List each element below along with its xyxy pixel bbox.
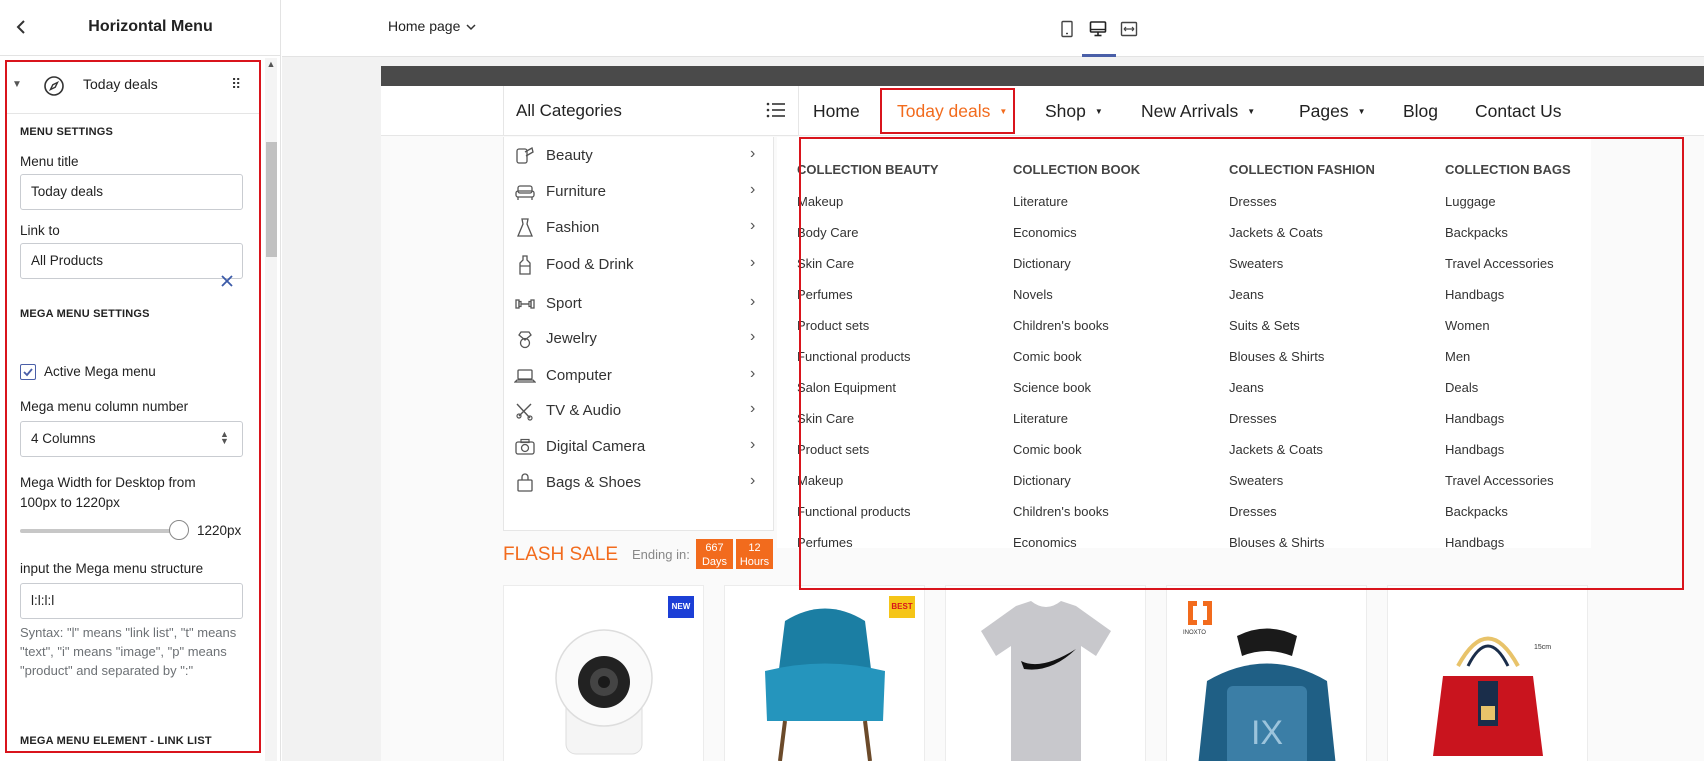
desktop-icon[interactable] bbox=[1089, 20, 1107, 38]
beauty-icon bbox=[514, 146, 536, 166]
list-menu-icon[interactable] bbox=[766, 101, 786, 119]
product-card-chair[interactable]: BEST bbox=[724, 585, 925, 761]
category-item-sport[interactable]: Sport › bbox=[504, 285, 774, 323]
bottle-icon bbox=[514, 255, 536, 275]
camera-icon bbox=[514, 437, 536, 457]
badge-new: NEW bbox=[668, 596, 694, 618]
category-label: Fashion bbox=[546, 219, 600, 236]
nav-contact-us-label: Contact Us bbox=[1475, 101, 1562, 121]
fullwidth-icon[interactable] bbox=[1120, 20, 1138, 38]
highlight-box-today-deals bbox=[880, 88, 1015, 134]
category-item-bags-shoes[interactable]: Bags & Shoes › bbox=[504, 464, 774, 502]
ending-in-label: Ending in: bbox=[632, 547, 690, 562]
all-categories-header[interactable]: All Categories bbox=[503, 86, 799, 136]
chevron-right-icon: › bbox=[750, 293, 756, 310]
category-item-tv-audio[interactable]: TV & Audio › bbox=[504, 392, 774, 430]
chevron-right-icon: › bbox=[750, 400, 756, 417]
nav-home[interactable]: Home bbox=[813, 101, 860, 122]
chevron-right-icon: › bbox=[750, 436, 756, 453]
nav-new-arrivals-label: New Arrivals bbox=[1141, 101, 1239, 121]
product-card-duffel-bag[interactable]: INOXTO IX bbox=[1166, 585, 1367, 761]
category-list: Beauty › Furniture › Fashion › Food & Dr… bbox=[503, 137, 774, 531]
category-item-beauty[interactable]: Beauty › bbox=[504, 137, 774, 175]
category-label: TV & Audio bbox=[546, 402, 622, 419]
chevron-right-icon: › bbox=[750, 328, 756, 345]
editor-topbar: Home page bbox=[282, 0, 1704, 57]
category-label: Food & Drink bbox=[546, 256, 634, 273]
countdown-value: 12 bbox=[748, 542, 761, 554]
dumbbell-icon bbox=[514, 294, 536, 314]
category-label: Digital Camera bbox=[546, 438, 646, 455]
nav-blog-label: Blog bbox=[1403, 101, 1439, 121]
all-categories-label: All Categories bbox=[516, 101, 622, 120]
nav-shop[interactable]: Shop ▼ bbox=[1045, 101, 1103, 122]
ring-icon bbox=[514, 329, 536, 349]
nav-new-arrivals[interactable]: New Arrivals ▼ bbox=[1141, 101, 1255, 122]
category-item-computer[interactable]: Computer › bbox=[504, 357, 774, 395]
countdown-days: 667 Days bbox=[696, 539, 733, 569]
laptop-icon bbox=[513, 366, 537, 386]
nav-pages[interactable]: Pages ▼ bbox=[1299, 101, 1366, 122]
dress-icon bbox=[514, 218, 536, 238]
panel-title: Horizontal Menu bbox=[88, 18, 213, 35]
chevron-right-icon: › bbox=[750, 254, 756, 271]
nav-shop-label: Shop bbox=[1045, 101, 1086, 121]
nav-home-label: Home bbox=[813, 101, 860, 121]
store-nav: All Categories Home Today deals ▼ Shop ▼ N… bbox=[381, 86, 1704, 136]
scrollbar-thumb[interactable] bbox=[266, 142, 277, 257]
nav-blog[interactable]: Blog bbox=[1403, 101, 1438, 122]
store-topbar bbox=[381, 66, 1704, 86]
svg-text:IX: IX bbox=[1251, 714, 1283, 752]
chevron-right-icon: › bbox=[750, 365, 756, 382]
chevron-right-icon: › bbox=[750, 181, 756, 198]
category-item-fashion[interactable]: Fashion › bbox=[504, 209, 774, 247]
highlight-box-settings bbox=[5, 60, 261, 753]
chevron-right-icon: › bbox=[750, 217, 756, 234]
chair-product-image bbox=[765, 608, 885, 761]
category-item-digital-camera[interactable]: Digital Camera › bbox=[504, 428, 774, 466]
bag-icon bbox=[514, 473, 536, 493]
category-item-jewelry[interactable]: Jewelry › bbox=[504, 320, 774, 358]
category-label: Jewelry bbox=[546, 330, 597, 347]
chevron-down-icon[interactable] bbox=[466, 19, 476, 31]
chevron-right-icon: › bbox=[750, 472, 756, 489]
dropdown-arrow-icon: ▼ bbox=[1247, 107, 1256, 116]
category-item-furniture[interactable]: Furniture › bbox=[504, 173, 774, 211]
dropdown-arrow-icon: ▼ bbox=[1357, 107, 1366, 116]
duffel-bag-product-image: IX bbox=[1198, 628, 1336, 761]
highlight-box-mega-menu bbox=[799, 137, 1684, 590]
back-arrow-icon[interactable] bbox=[12, 17, 32, 37]
category-item-food-drink[interactable]: Food & Drink › bbox=[504, 246, 774, 284]
category-label: Bags & Shoes bbox=[546, 474, 642, 491]
scroll-up-icon[interactable]: ▲ bbox=[266, 59, 276, 69]
sofa-icon bbox=[514, 182, 536, 202]
product-card-camera[interactable]: NEW bbox=[503, 585, 704, 761]
product-card-tshirt[interactable] bbox=[945, 585, 1146, 761]
category-label: Beauty bbox=[546, 147, 593, 164]
settings-panel: Horizontal Menu ▲ ▼ Today deals ⠿ MENU S… bbox=[0, 0, 281, 761]
dropdown-arrow-icon: ▼ bbox=[1094, 107, 1103, 116]
countdown-unit: Hours bbox=[739, 556, 770, 568]
category-label: Furniture bbox=[546, 183, 607, 200]
brand-logo bbox=[1185, 598, 1215, 628]
countdown-unit: Days bbox=[701, 556, 728, 568]
nav-contact-us[interactable]: Contact Us bbox=[1475, 101, 1562, 122]
panel-header: Horizontal Menu bbox=[0, 0, 281, 56]
camera-product-image bbox=[555, 629, 653, 755]
audio-icon bbox=[514, 401, 536, 421]
chevron-right-icon: › bbox=[750, 145, 756, 162]
product-card-handbag[interactable]: 15cm bbox=[1387, 585, 1588, 761]
category-label: Sport bbox=[546, 295, 582, 312]
nav-pages-label: Pages bbox=[1299, 101, 1349, 121]
page-select[interactable]: Home page bbox=[388, 18, 460, 34]
handbag-product-image bbox=[1433, 636, 1543, 756]
tshirt-product-image bbox=[981, 601, 1111, 761]
category-label: Computer bbox=[546, 367, 612, 384]
mobile-icon[interactable] bbox=[1058, 20, 1076, 38]
countdown-value: 667 bbox=[705, 542, 724, 554]
countdown-hours: 12 Hours bbox=[736, 539, 773, 569]
flash-sale-title: FLASH SALE bbox=[503, 544, 619, 565]
